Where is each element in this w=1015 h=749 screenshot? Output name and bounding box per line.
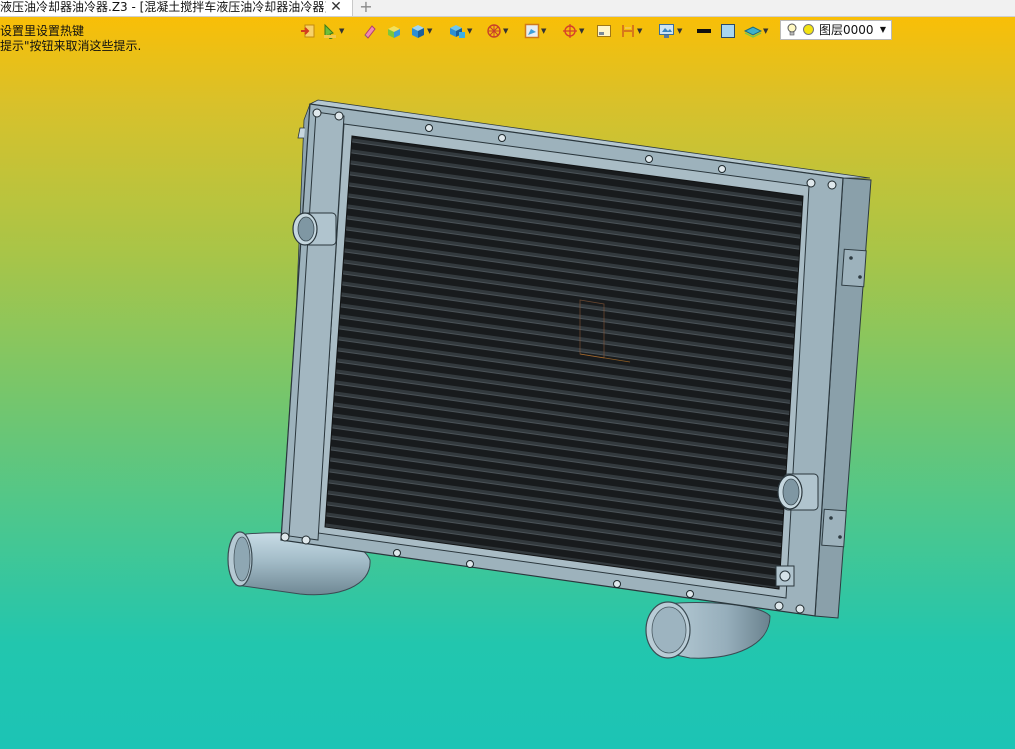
right-inlet-pipe[interactable] bbox=[777, 473, 819, 511]
floating-toolbar: ▼ ▼ ▼ ▼ ▼ ▼ ▼ ▼ ▼ 图层0000 ▼ bbox=[298, 19, 898, 43]
render-mode-dropdown-icon[interactable]: ▼ bbox=[467, 27, 472, 35]
wire-wheel-dropdown-icon[interactable]: ▼ bbox=[503, 27, 508, 35]
graphics-viewport[interactable] bbox=[0, 46, 1015, 749]
view-frame-icon bbox=[524, 23, 540, 39]
left-inlet-pipe[interactable] bbox=[292, 212, 337, 246]
right-mount-bracket-lower[interactable] bbox=[821, 508, 847, 548]
display-button[interactable]: ▼ bbox=[658, 21, 682, 41]
wire-wheel-button[interactable]: ▼ bbox=[486, 21, 508, 41]
layer-stack-dropdown-icon[interactable]: ▼ bbox=[763, 27, 768, 35]
bottom-right-outlet-pipe[interactable] bbox=[645, 601, 771, 659]
radiator-model[interactable] bbox=[0, 46, 1015, 749]
document-tab-title: 液压油冷却器油冷器.Z3 - [混凝土搅拌车液压油冷却器油冷器] bbox=[0, 0, 326, 14]
solid-view-icon bbox=[412, 25, 424, 38]
snap-target-icon bbox=[563, 24, 577, 38]
pick-filter-dropdown-icon[interactable]: ▼ bbox=[339, 27, 344, 35]
core-shading bbox=[325, 136, 803, 589]
render-mode-icon bbox=[450, 25, 465, 38]
eraser-icon[interactable] bbox=[362, 21, 378, 41]
display-icon bbox=[659, 24, 674, 38]
fill-color-icon[interactable] bbox=[720, 21, 736, 41]
view-frame-dropdown-icon[interactable]: ▼ bbox=[541, 27, 546, 35]
layer-select[interactable]: 图层0000 ▼ bbox=[780, 20, 892, 40]
section-button[interactable]: ▼ bbox=[620, 21, 642, 41]
view-frame-button[interactable]: ▼ bbox=[524, 21, 546, 41]
pick-filter-button[interactable]: ▼ bbox=[322, 21, 344, 41]
left-vent-stub bbox=[297, 127, 305, 139]
layer-name: 图层0000 bbox=[819, 23, 874, 37]
layer-dropdown-icon[interactable]: ▼ bbox=[880, 21, 886, 39]
section-dropdown-icon[interactable]: ▼ bbox=[637, 27, 642, 35]
line-color-icon[interactable] bbox=[696, 21, 712, 41]
layer-stack-button[interactable]: ▼ bbox=[744, 21, 768, 41]
render-mode-button[interactable]: ▼ bbox=[448, 21, 472, 41]
display-dropdown-icon[interactable]: ▼ bbox=[677, 27, 682, 35]
solid-view-dropdown-icon[interactable]: ▼ bbox=[427, 27, 432, 35]
pick-filter-icon bbox=[324, 23, 336, 39]
exit-icon[interactable] bbox=[300, 21, 316, 41]
window-icon[interactable] bbox=[596, 21, 612, 41]
right-mount-bracket-upper[interactable] bbox=[841, 248, 867, 288]
snap-target-dropdown-icon[interactable]: ▼ bbox=[579, 27, 584, 35]
wire-wheel-icon bbox=[487, 24, 501, 38]
layer-color-swatch bbox=[803, 24, 814, 35]
snap-target-button[interactable]: ▼ bbox=[562, 21, 584, 41]
close-tab-icon[interactable]: ✕ bbox=[328, 0, 344, 14]
bulb-icon bbox=[787, 23, 797, 36]
drain-plug-cap bbox=[779, 570, 791, 582]
solid-view-button[interactable]: ▼ bbox=[410, 21, 432, 41]
tab-bar: 液压油冷却器油冷器.Z3 - [混凝土搅拌车液压油冷却器油冷器] ✕ + bbox=[0, 0, 1015, 17]
layer-stack-icon bbox=[744, 26, 762, 38]
document-tab[interactable]: 液压油冷却器油冷器.Z3 - [混凝土搅拌车液压油冷却器油冷器] ✕ bbox=[0, 0, 353, 16]
new-tab-button[interactable]: + bbox=[358, 0, 374, 15]
shade-icon[interactable] bbox=[386, 21, 402, 41]
section-icon bbox=[622, 25, 634, 37]
